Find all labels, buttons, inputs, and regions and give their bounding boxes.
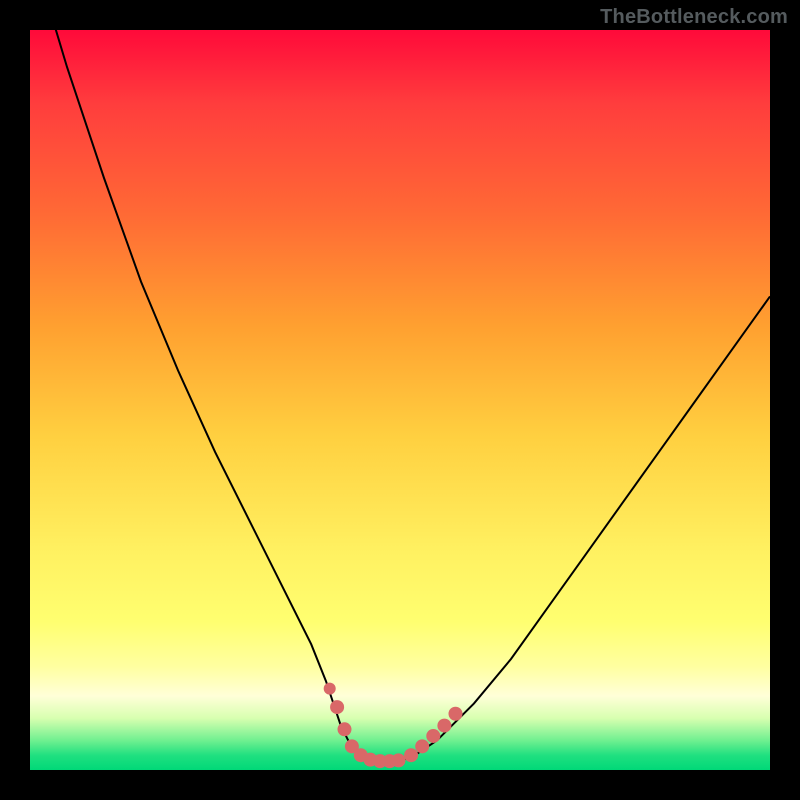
bottleneck-curve xyxy=(30,30,770,763)
bottom-dot-6 xyxy=(392,753,406,767)
right-dot-4 xyxy=(437,719,451,733)
left-dot-2 xyxy=(330,700,344,714)
left-dot-1 xyxy=(324,683,336,695)
right-dot-2 xyxy=(415,739,429,753)
right-dot-1 xyxy=(404,748,418,762)
watermark-text: TheBottleneck.com xyxy=(600,6,788,29)
plot-area xyxy=(30,30,770,770)
chart-frame: TheBottleneck.com xyxy=(0,0,800,800)
left-dot-3 xyxy=(338,722,352,736)
chart-svg xyxy=(30,30,770,770)
right-dot-3 xyxy=(426,729,440,743)
right-dot-5 xyxy=(449,707,463,721)
markers xyxy=(324,683,463,769)
